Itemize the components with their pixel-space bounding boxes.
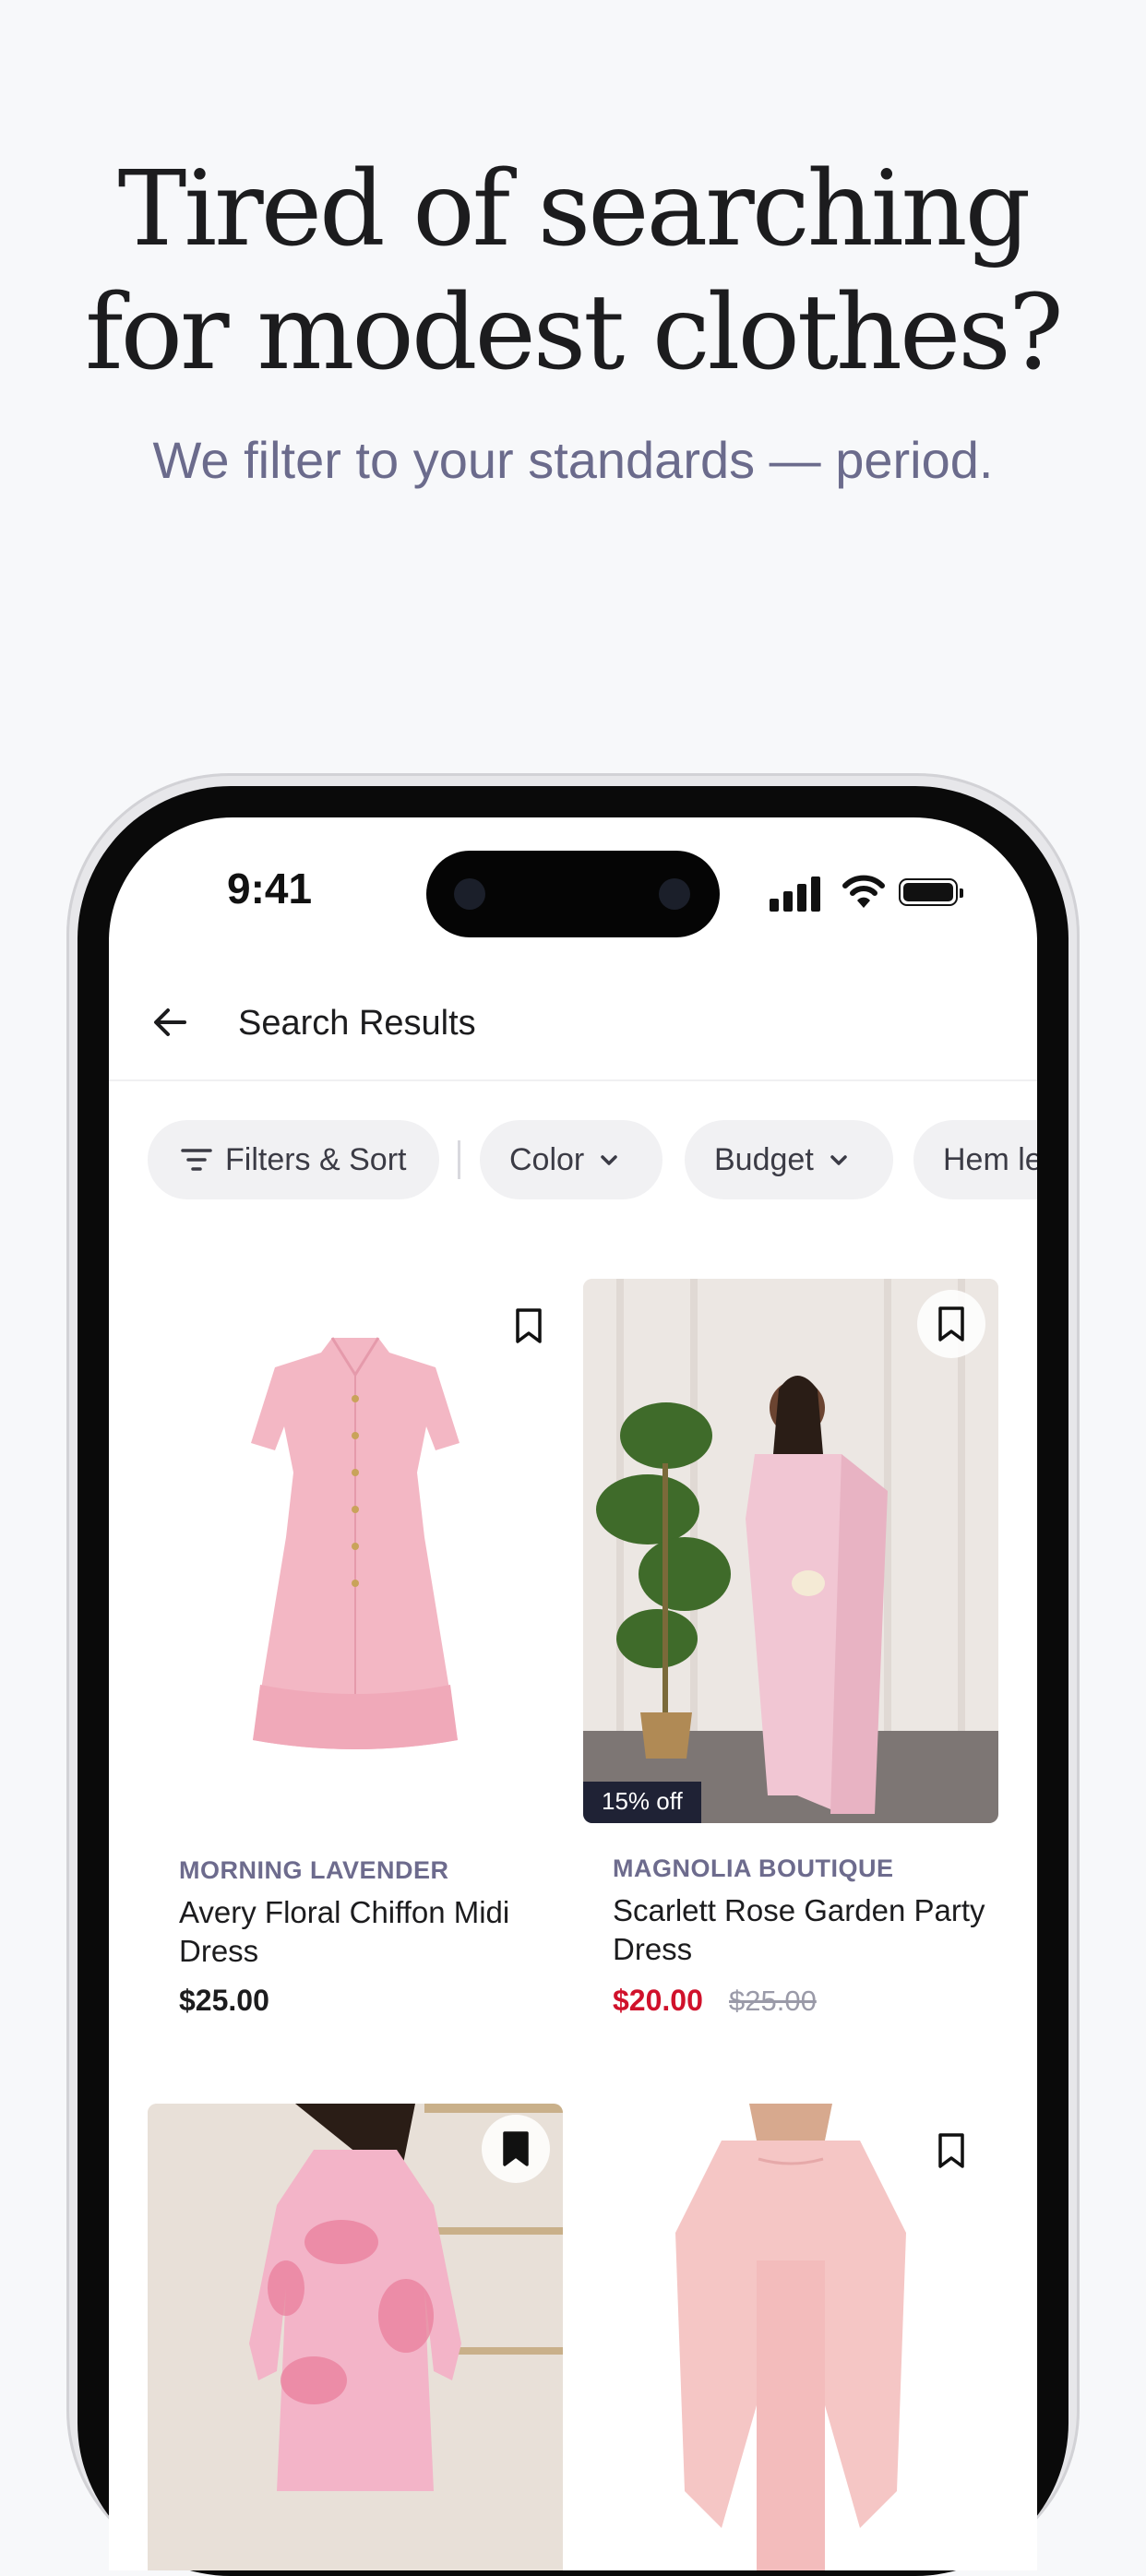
dynamic-island xyxy=(426,851,720,937)
wifi-icon xyxy=(842,875,885,908)
product-image-2[interactable]: 15% off xyxy=(583,1279,998,1823)
filter-icon xyxy=(181,1149,212,1171)
page-title: Search Results xyxy=(238,1004,476,1043)
hem-length-chip[interactable]: Hem le xyxy=(913,1120,1037,1199)
product-name[interactable]: Avery Floral Chiffon Midi Dress xyxy=(179,1893,567,1971)
chip-divider xyxy=(458,1140,460,1179)
product-original-price: $25.00 xyxy=(729,1985,817,2017)
arrow-left-icon[interactable] xyxy=(149,1002,190,1043)
hero-headline-line-1: Tired of searching xyxy=(117,149,1032,269)
status-icons xyxy=(770,873,1037,913)
hem-chip-label: Hem le xyxy=(943,1141,1037,1177)
bookmark-button[interactable] xyxy=(482,2115,550,2183)
bookmark-icon xyxy=(516,1308,542,1343)
bookmark-icon xyxy=(938,2133,964,2168)
bookmark-filled-icon xyxy=(503,2131,529,2166)
product-image-3[interactable] xyxy=(148,2104,563,2570)
signal-icon xyxy=(770,875,825,912)
product-price: $25.00 xyxy=(179,1984,269,2017)
status-time: 9:41 xyxy=(227,865,313,912)
discount-badge: 15% off xyxy=(583,1782,701,1823)
product-image-4[interactable] xyxy=(583,2104,998,2570)
model-pink-cape-dress-image xyxy=(583,1279,998,1823)
filter-chips: Filters & Sort Color Budget Hem le xyxy=(109,1120,1037,1201)
chevron-down-icon xyxy=(830,1155,847,1165)
phone-screen: 9:41 Search Results Filters & Sort Color… xyxy=(109,817,1037,2570)
budget-chip-label: Budget xyxy=(714,1141,814,1177)
bookmark-button[interactable] xyxy=(917,1290,985,1358)
product-image-1[interactable] xyxy=(148,1279,563,1823)
color-chip[interactable]: Color xyxy=(480,1120,663,1199)
hero-headline: Tired of searching for modest clothes? xyxy=(0,148,1146,395)
bookmark-button[interactable] xyxy=(495,1292,563,1360)
filters-sort-label: Filters & Sort xyxy=(225,1141,407,1177)
battery-icon xyxy=(899,878,963,906)
product-name[interactable]: Scarlett Rose Garden Party Dress xyxy=(613,1891,1000,1969)
bookmark-icon xyxy=(938,1306,964,1342)
product-brand: MAGNOLIA BOUTIQUE xyxy=(613,1854,894,1882)
pink-shirt-dress-image xyxy=(251,1337,460,1749)
color-chip-label: Color xyxy=(509,1141,585,1177)
hero-headline-line-2: for modest clothes? xyxy=(85,273,1064,393)
chevron-down-icon xyxy=(601,1155,617,1165)
nav-bar: Search Results xyxy=(109,965,1037,1081)
product-brand: MORNING LAVENDER xyxy=(179,1856,449,1884)
product-sale-price: $20.00 xyxy=(613,1984,703,2017)
filters-sort-chip[interactable]: Filters & Sort xyxy=(148,1120,439,1199)
bookmark-button[interactable] xyxy=(917,2117,985,2185)
hero-subhead: We filter to your standards — period. xyxy=(152,431,994,489)
budget-chip[interactable]: Budget xyxy=(685,1120,893,1199)
